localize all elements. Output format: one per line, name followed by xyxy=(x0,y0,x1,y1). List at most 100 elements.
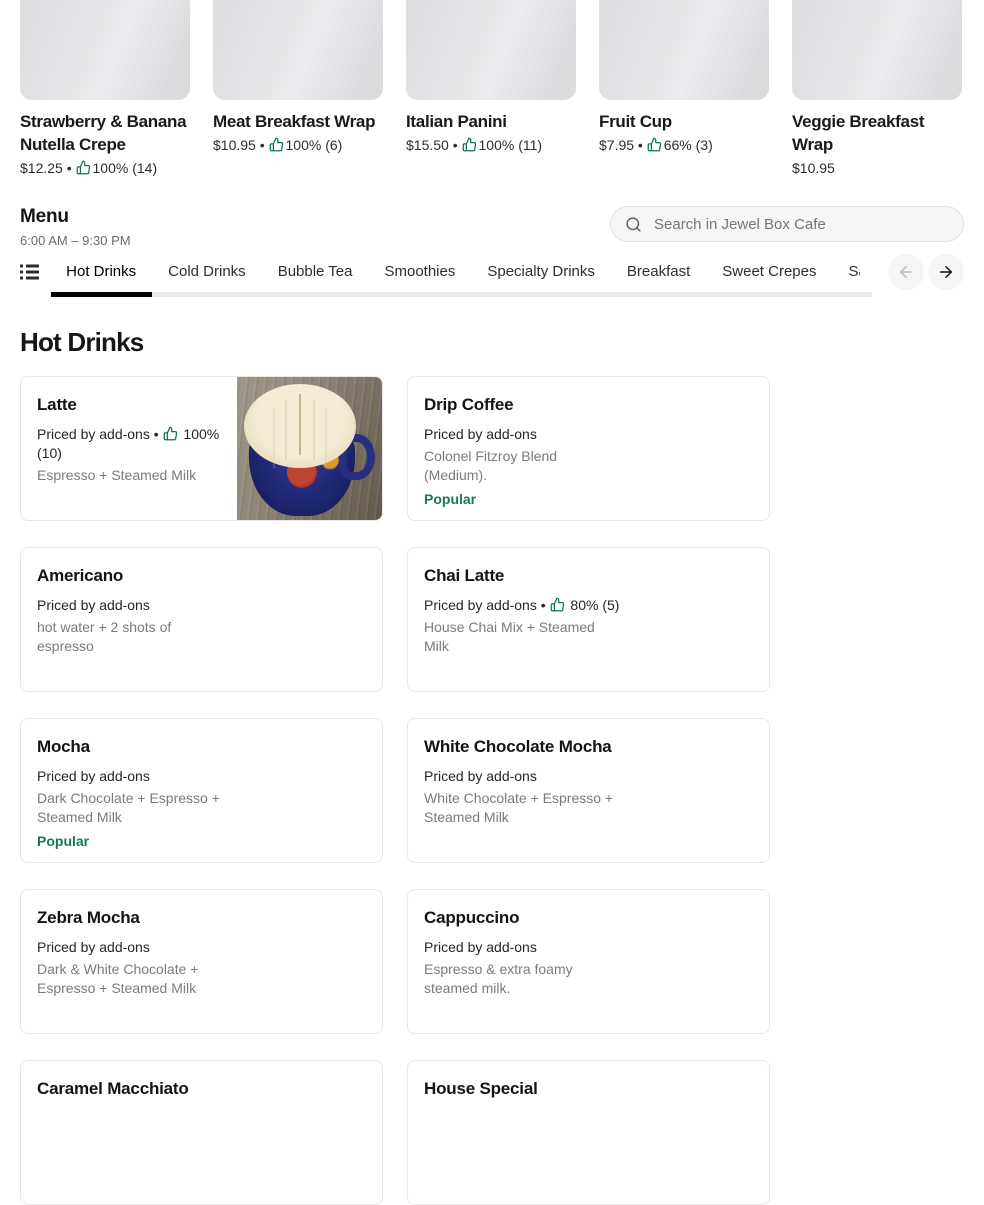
thumbs-up-icon xyxy=(647,137,661,152)
search-input[interactable] xyxy=(652,214,949,234)
featured-item-price: $7.95 xyxy=(599,137,635,153)
featured-item-rating: • 66% (3) xyxy=(634,137,713,153)
menu-item-price-label: Priced by add-ons xyxy=(424,597,537,613)
next-tabs-button[interactable] xyxy=(928,254,964,290)
menu-item-description: Espresso & extra foamy steamed milk. xyxy=(424,961,573,996)
menu-item-description: Espresso + Steamed Milk xyxy=(37,467,197,483)
featured-item-meta: $15.50 • 100% (11) xyxy=(406,136,576,155)
menu-item-card[interactable]: House Special xyxy=(407,1060,770,1205)
menu-item-card[interactable]: Americano Priced by add-ons hot water + … xyxy=(20,547,383,692)
menu-title: Menu xyxy=(20,206,69,227)
featured-item-rating: • 100% (6) xyxy=(256,137,343,153)
menu-item-description: Dark & White Chocolate + Espresso + Stea… xyxy=(37,961,199,996)
thumbs-up-icon xyxy=(269,137,283,152)
featured-item-meta: $7.95 • 66% (3) xyxy=(599,136,769,155)
rating-value: 66% (3) xyxy=(663,137,713,153)
arrow-left-icon xyxy=(900,266,912,278)
featured-item-card[interactable]: Veggie Breakfast Wrap $10.95 xyxy=(792,0,962,178)
rating-value: 100% (11) xyxy=(478,137,543,153)
separator-dot: • xyxy=(62,160,76,176)
menu-item-card[interactable]: Latte Priced by add-ons • 100% (10) Espr… xyxy=(20,376,383,521)
featured-item-card[interactable]: Italian Panini $15.50 • 100% (11) xyxy=(406,0,576,178)
featured-item-card[interactable]: Fruit Cup $7.95 • 66% (3) xyxy=(599,0,769,178)
menu-hours: 6:00 AM – 9:30 PM xyxy=(20,233,131,248)
category-tabs: Hot Drinks Cold Drinks Bubble Tea Smoothies… xyxy=(50,256,860,288)
menu-item-name: House Special xyxy=(424,1079,538,1098)
separator-dot: • xyxy=(255,137,269,153)
popular-badge: Popular xyxy=(424,491,477,507)
menu-item-name: White Chocolate Mocha xyxy=(424,737,612,756)
latte-foam xyxy=(244,384,356,468)
featured-item-meta: $10.95 • 100% (6) xyxy=(213,136,383,155)
menu-item-price-line: Priced by add-ons xyxy=(37,596,233,615)
menu-item-card[interactable]: Caramel Macchiato xyxy=(20,1060,383,1205)
tabs-scroll-track[interactable] xyxy=(51,292,872,297)
menu-item-name: Mocha xyxy=(37,737,90,756)
featured-item-price: $10.95 xyxy=(792,160,835,176)
popular-badge: Popular xyxy=(37,833,90,849)
menu-item-name: Drip Coffee xyxy=(424,395,514,414)
separator-dot: • xyxy=(536,597,550,613)
thumbs-up-icon xyxy=(550,597,564,612)
menu-item-card[interactable]: Cappuccino Priced by add-ons Espresso & … xyxy=(407,889,770,1034)
featured-item-price: $12.25 xyxy=(20,160,63,176)
menu-header-text: Menu 6:00 AM – 9:30 PM xyxy=(20,206,131,248)
tab-sav[interactable]: Sav xyxy=(833,256,861,288)
prev-tabs-button[interactable] xyxy=(888,254,924,290)
menu-item-card[interactable]: White Chocolate Mocha Priced by add-ons … xyxy=(407,718,770,863)
featured-items-row: Strawberry & Banana Nutella Crepe $12.25… xyxy=(0,0,984,178)
featured-item-card[interactable]: Meat Breakfast Wrap $10.95 • 100% (6) xyxy=(213,0,383,178)
featured-item-price: $10.95 xyxy=(213,137,256,153)
arrow-right-icon xyxy=(940,266,952,278)
separator-dot: • xyxy=(448,137,462,153)
menu-item-price-line: Priced by add-ons xyxy=(424,767,620,786)
separator-dot: • xyxy=(149,426,163,442)
featured-item-name: Fruit Cup xyxy=(599,112,672,131)
menu-item-description: House Chai Mix + Steamed Milk xyxy=(424,619,595,654)
search-icon xyxy=(626,216,641,232)
menu-item-price-label: Priced by add-ons xyxy=(37,939,150,955)
active-tab-indicator xyxy=(51,292,152,297)
menu-item-price-line: Priced by add-ons • 80% (5) xyxy=(424,596,620,615)
menu-item-price-label: Priced by add-ons xyxy=(424,939,537,955)
menu-item-card[interactable]: Mocha Priced by add-ons Dark Chocolate +… xyxy=(20,718,383,863)
tab-specialty-drinks[interactable]: Specialty Drinks xyxy=(471,256,611,288)
menu-item-description: hot water + 2 shots of espresso xyxy=(37,619,172,654)
featured-item-name: Italian Panini xyxy=(406,112,507,131)
menu-items-grid: Latte Priced by add-ons • 100% (10) Espr… xyxy=(0,376,984,1205)
tab-bubble-tea[interactable]: Bubble Tea xyxy=(262,256,369,288)
featured-item-rating: • 100% (11) xyxy=(449,137,542,153)
tab-cold-drinks[interactable]: Cold Drinks xyxy=(152,256,262,288)
menu-item-rating: • 80% (5) xyxy=(537,597,620,613)
tab-sweet-crepes[interactable]: Sweet Crepes xyxy=(706,256,832,288)
featured-item-name: Veggie Breakfast Wrap xyxy=(792,112,925,154)
featured-item-meta: $12.25 • 100% (14) xyxy=(20,159,190,178)
rating-value: 100% (14) xyxy=(92,160,158,176)
menu-header-bar: Menu 6:00 AM – 9:30 PM xyxy=(0,206,984,248)
menu-item-price-line: Priced by add-ons • 100% (10) xyxy=(37,425,233,463)
latte-photo xyxy=(237,377,382,520)
featured-item-name: Strawberry & Banana Nutella Crepe xyxy=(20,112,187,154)
thumbs-up-icon xyxy=(462,137,476,152)
menu-item-card[interactable]: Drip Coffee Priced by add-ons Colonel Fi… xyxy=(407,376,770,521)
featured-item-meta: $10.95 xyxy=(792,159,962,178)
category-tabs-row: Hot Drinks Cold Drinks Bubble Tea Smoothies… xyxy=(0,254,984,290)
menu-item-price-line: Priced by add-ons xyxy=(37,938,233,957)
rating-value: 80% (5) xyxy=(570,597,620,613)
menu-item-name: Chai Latte xyxy=(424,566,505,585)
category-list-button[interactable] xyxy=(20,260,43,284)
menu-item-price-label: Priced by add-ons xyxy=(37,597,150,613)
tabs-pager xyxy=(878,254,964,290)
tab-hot-drinks[interactable]: Hot Drinks xyxy=(50,256,152,288)
featured-item-image-placeholder xyxy=(213,0,383,100)
menu-item-card[interactable]: Chai Latte Priced by add-ons • 80% (5) H… xyxy=(407,547,770,692)
menu-item-name: Zebra Mocha xyxy=(37,908,140,927)
tab-breakfast[interactable]: Breakfast xyxy=(611,256,706,288)
featured-item-card[interactable]: Strawberry & Banana Nutella Crepe $12.25… xyxy=(20,0,190,178)
menu-item-card[interactable]: Zebra Mocha Priced by add-ons Dark & Whi… xyxy=(20,889,383,1034)
menu-item-price-label: Priced by add-ons xyxy=(37,768,150,784)
featured-item-rating: • 100% (14) xyxy=(63,160,157,176)
search-bar[interactable] xyxy=(610,206,964,242)
tab-smoothies[interactable]: Smoothies xyxy=(368,256,471,288)
featured-item-image-placeholder xyxy=(792,0,962,100)
